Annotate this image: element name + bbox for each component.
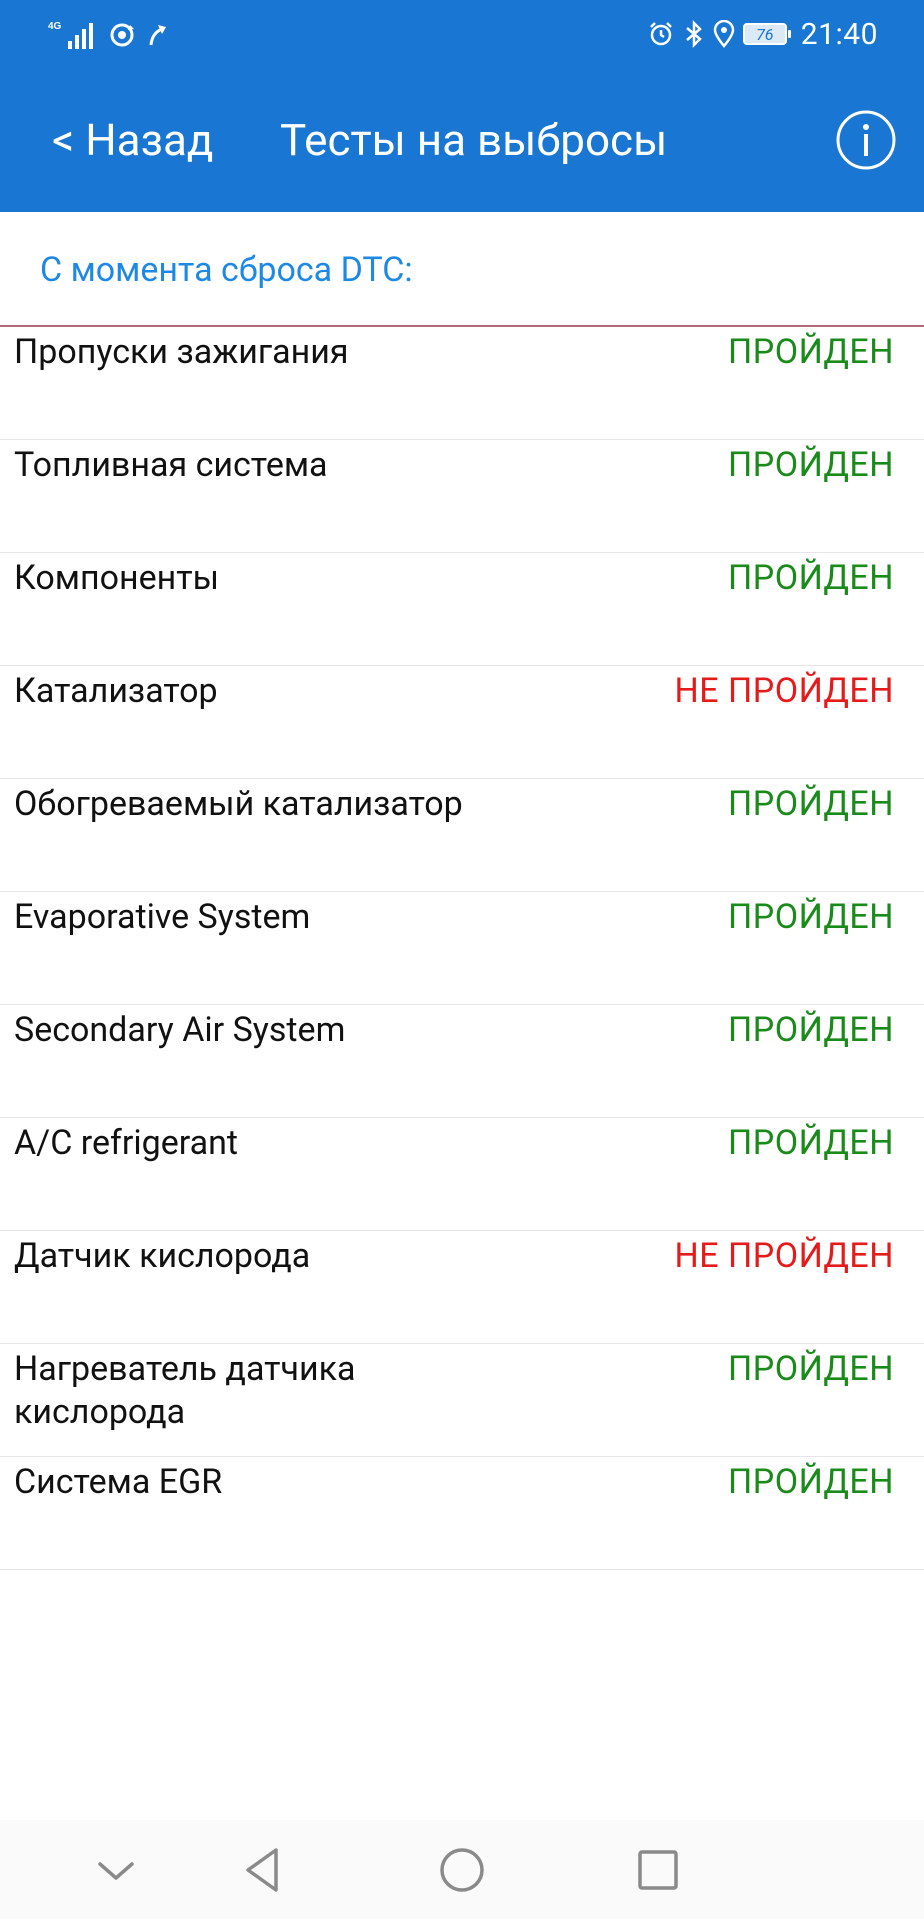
call-forward-icon bbox=[149, 25, 166, 46]
status-failed: НЕ ПРОЙДЕН bbox=[674, 1236, 894, 1276]
test-name: Датчик кислорода bbox=[14, 1236, 311, 1276]
test-name: Компоненты bbox=[14, 558, 220, 598]
test-row: Датчик кислорода НЕ ПРОЙДЕН bbox=[0, 1231, 924, 1344]
signal-icon: 4G bbox=[48, 21, 93, 49]
status-passed: ПРОЙДЕН bbox=[728, 558, 894, 598]
page-title: Тесты на выбросы bbox=[280, 114, 668, 166]
status-bar-right: 76 21:40 bbox=[647, 14, 878, 54]
test-name: Система EGR bbox=[14, 1462, 223, 1502]
status-bar-left: 4G bbox=[48, 18, 170, 52]
status-passed: ПРОЙДЕН bbox=[728, 1349, 894, 1389]
section-header: С момента сброса DTC: bbox=[40, 250, 413, 290]
status-bar: 4G 76 21:40 bbox=[0, 0, 924, 70]
location-icon bbox=[713, 20, 735, 48]
test-name: Пропуски зажигания bbox=[14, 332, 349, 372]
test-row: Нагреватель датчика кислорода ПРОЙДЕН bbox=[0, 1344, 924, 1457]
chevron-down-icon[interactable] bbox=[88, 1842, 144, 1898]
square-recents-icon[interactable] bbox=[630, 1842, 686, 1898]
test-row: A/C refrigerant ПРОЙДЕН bbox=[0, 1118, 924, 1231]
test-row: Компоненты ПРОЙДЕН bbox=[0, 553, 924, 666]
test-row: Топливная система ПРОЙДЕН bbox=[0, 440, 924, 553]
test-name: Обогреваемый катализатор bbox=[14, 784, 463, 824]
info-circle-icon[interactable] bbox=[836, 110, 896, 170]
bluetooth-icon bbox=[685, 20, 702, 48]
status-passed: ПРОЙДЕН bbox=[728, 445, 894, 485]
test-row: Система EGR ПРОЙДЕН bbox=[0, 1457, 924, 1570]
network-type-label: 4G bbox=[48, 21, 62, 32]
triangle-back-icon[interactable] bbox=[236, 1842, 292, 1898]
sync-icon bbox=[110, 23, 134, 47]
status-passed: ПРОЙДЕН bbox=[728, 784, 894, 824]
test-row: Secondary Air System ПРОЙДЕН bbox=[0, 1005, 924, 1118]
test-name: Катализатор bbox=[14, 671, 218, 711]
status-passed: ПРОЙДЕН bbox=[728, 1123, 894, 1163]
circle-home-icon[interactable] bbox=[434, 1842, 490, 1898]
clock: 21:40 bbox=[800, 16, 878, 52]
test-name: Нагреватель датчика кислорода bbox=[14, 1349, 356, 1432]
screen: 4G 76 21:40 < Назад Тесты на выбросы С м… bbox=[0, 0, 924, 1919]
test-name: Топливная система bbox=[14, 445, 328, 485]
tests-list: Пропуски зажигания ПРОЙДЕН Топливная систе… bbox=[0, 327, 924, 1570]
test-row: Катализатор НЕ ПРОЙДЕН bbox=[0, 666, 924, 779]
test-row: Пропуски зажигания ПРОЙДЕН bbox=[0, 327, 924, 440]
app-bar: < Назад Тесты на выбросы bbox=[0, 70, 924, 212]
status-passed: ПРОЙДЕН bbox=[728, 332, 894, 372]
back-button[interactable]: < Назад bbox=[52, 114, 213, 166]
test-row: Evaporative System ПРОЙДЕН bbox=[0, 892, 924, 1005]
battery-icon: 76 bbox=[742, 23, 791, 45]
test-name: A/C refrigerant bbox=[14, 1123, 238, 1163]
navigation-bar bbox=[0, 1820, 924, 1919]
status-failed: НЕ ПРОЙДЕН bbox=[674, 671, 894, 711]
status-passed: ПРОЙДЕН bbox=[728, 1462, 894, 1502]
status-passed: ПРОЙДЕН bbox=[728, 1010, 894, 1050]
test-name: Secondary Air System bbox=[14, 1010, 346, 1050]
alarm-icon bbox=[649, 22, 672, 46]
status-passed: ПРОЙДЕН bbox=[728, 897, 894, 937]
battery-level: 76 bbox=[756, 24, 774, 44]
test-row: Обогреваемый катализатор ПРОЙДЕН bbox=[0, 779, 924, 892]
test-name: Evaporative System bbox=[14, 897, 311, 937]
